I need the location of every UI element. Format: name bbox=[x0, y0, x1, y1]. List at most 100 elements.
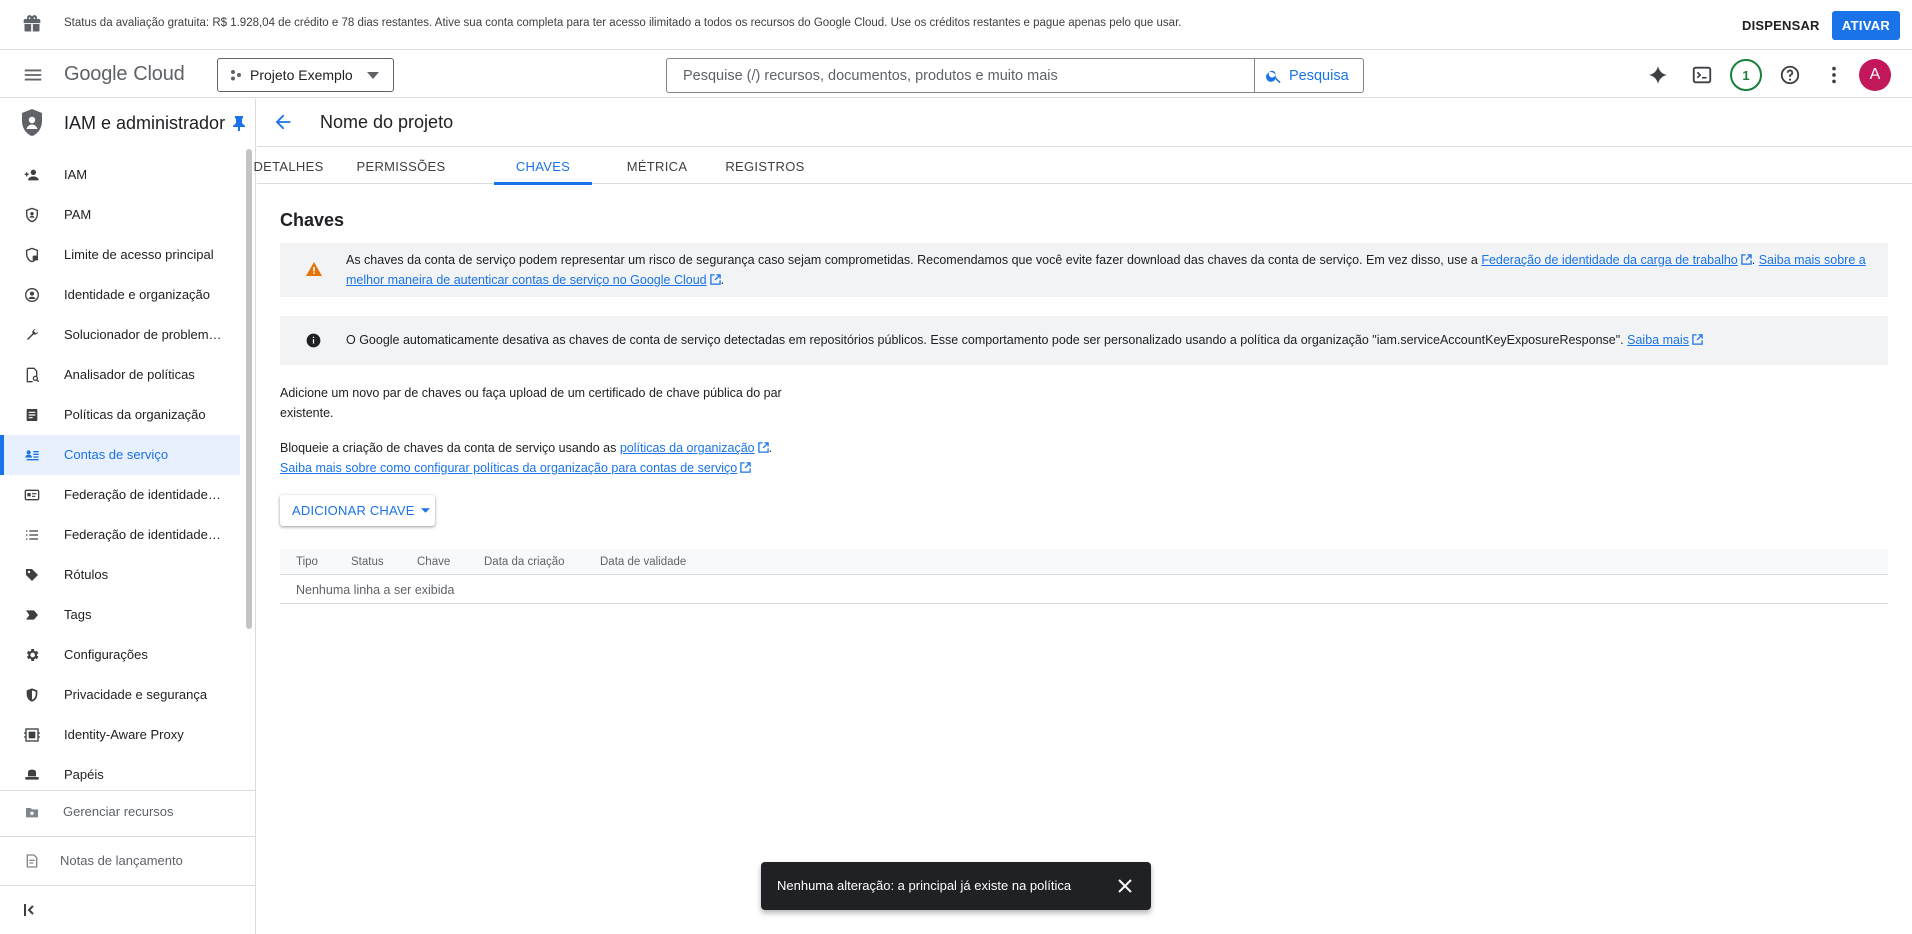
help-icon[interactable] bbox=[1778, 63, 1802, 87]
sidebar-item-label: PAM bbox=[64, 207, 92, 222]
logo-cloud-word: Cloud bbox=[133, 63, 185, 85]
sidebar-item-service-accounts[interactable]: Contas de serviço bbox=[0, 435, 240, 475]
release-notes-link[interactable]: Notas de lançamento bbox=[0, 841, 255, 881]
id-card-icon bbox=[24, 489, 40, 501]
sidebar-item-label: Identity-Aware Proxy bbox=[64, 727, 184, 742]
empty-table-message: Nenhuma linha a ser exibida bbox=[296, 583, 455, 597]
activate-button[interactable]: ATIVAR bbox=[1832, 11, 1900, 40]
release-notes-icon bbox=[26, 854, 38, 868]
add-key-button[interactable]: ADICIONAR CHAVE bbox=[280, 495, 435, 526]
sidebar-item-settings[interactable]: Configurações bbox=[0, 635, 240, 675]
avatar[interactable]: A bbox=[1859, 59, 1891, 91]
info-text: O Google automaticamente desativa as cha… bbox=[346, 330, 1874, 350]
add-key-label: ADICIONAR CHAVE bbox=[292, 503, 415, 518]
tab-bar: DETALHES PERMISSÕES CHAVES MÉTRICA REGIS… bbox=[253, 148, 1912, 185]
external-link-icon bbox=[740, 462, 751, 473]
sidebar-item-policy-troubleshooter[interactable]: Solucionador de problemas de políticas bbox=[0, 315, 240, 355]
keys-table: Tipo Status Chave Data da criação Data d… bbox=[280, 549, 1888, 604]
shield-lock-icon bbox=[26, 247, 38, 263]
tab-keys[interactable]: CHAVES bbox=[494, 148, 592, 185]
warning-end: . bbox=[720, 273, 725, 287]
sidebar-item-iam[interactable]: IAM bbox=[0, 155, 240, 195]
sidebar-item-tags[interactable]: Tags bbox=[0, 595, 240, 635]
external-link-icon bbox=[1692, 334, 1703, 345]
iam-shield-icon bbox=[20, 108, 44, 138]
collapse-sidebar-icon[interactable] bbox=[24, 903, 38, 917]
sidebar-scrollbar[interactable] bbox=[246, 149, 252, 629]
service-account-icon bbox=[25, 450, 39, 461]
snackbar-message: Nenhuma alteração: a principal já existe… bbox=[777, 878, 1072, 893]
sidebar-header: IAM e administrador bbox=[0, 99, 256, 147]
sidebar-item-pam[interactable]: PAM bbox=[0, 195, 240, 235]
sidebar-item-label: Analisador de políticas bbox=[64, 367, 195, 382]
manage-resources-label: Gerenciar recursos bbox=[63, 804, 174, 819]
sidebar-item-identity-organization[interactable]: Identidade e organização bbox=[0, 275, 240, 315]
sidebar-item-org-policies[interactable]: Políticas da organização bbox=[0, 395, 240, 435]
sidebar-item-identity-aware-proxy[interactable]: Identity-Aware Proxy bbox=[0, 715, 240, 755]
column-header-type[interactable]: Tipo bbox=[296, 556, 318, 568]
add-key-pair-text: Adicione um novo par de chaves ou faça u… bbox=[280, 386, 782, 420]
sidebar-item-workload-identity-federation[interactable]: Federação de identidade da carga de trab… bbox=[0, 475, 240, 515]
sidebar-item-label: Privacidade e segurança bbox=[64, 687, 208, 702]
search-input[interactable] bbox=[667, 59, 1254, 92]
info-learn-more-link[interactable]: Saiba mais bbox=[1627, 333, 1689, 347]
security-shield-icon bbox=[26, 688, 38, 702]
manage-resources-icon bbox=[26, 808, 38, 818]
close-icon[interactable] bbox=[1117, 878, 1133, 894]
column-header-expiry[interactable]: Data de validade bbox=[600, 556, 686, 568]
configure-org-policies-link[interactable]: Saiba mais sobre como configurar polític… bbox=[280, 461, 737, 475]
sidebar-item-roles[interactable]: Papéis bbox=[0, 755, 240, 795]
info-alert: O Google automaticamente desativa as cha… bbox=[280, 316, 1888, 365]
dismiss-button[interactable]: DISPENSAR bbox=[1730, 12, 1832, 38]
main-menu-icon[interactable] bbox=[22, 64, 44, 86]
table-row: Nenhuma linha a ser exibida bbox=[280, 575, 1888, 604]
person-add-icon bbox=[24, 169, 39, 181]
org-policies-link[interactable]: políticas da organização bbox=[620, 441, 755, 455]
warning-icon bbox=[306, 262, 322, 276]
workload-identity-link[interactable]: Federação de identidade da carga de trab… bbox=[1481, 253, 1737, 267]
sidebar-item-label: Tags bbox=[64, 607, 92, 622]
sidebar-item-label: Limite de acesso principal bbox=[64, 247, 214, 262]
sidebar-item-label: Configurações bbox=[64, 647, 148, 662]
tab-logs[interactable]: REGISTROS bbox=[717, 148, 813, 184]
tab-details[interactable]: DETALHES bbox=[253, 148, 323, 184]
google-cloud-logo[interactable]: Google Cloud bbox=[64, 63, 185, 86]
sidebar-item-privacy-security[interactable]: Privacidade e segurança bbox=[0, 675, 240, 715]
notifications-badge[interactable]: 1 bbox=[1730, 59, 1762, 91]
info-body: O Google automaticamente desativa as cha… bbox=[346, 333, 1628, 347]
column-header-status[interactable]: Status bbox=[351, 556, 384, 568]
logo-google-word: Google bbox=[64, 63, 128, 85]
more-vert-icon[interactable] bbox=[1822, 63, 1846, 87]
tab-permissions[interactable]: PERMISSÕES bbox=[352, 148, 450, 184]
back-arrow-icon[interactable] bbox=[272, 111, 294, 133]
hat-icon bbox=[25, 769, 39, 780]
tag-arrow-icon bbox=[26, 610, 38, 620]
sidebar-item-label: Rótulos bbox=[64, 567, 109, 582]
gemini-sparkle-icon[interactable] bbox=[1646, 63, 1670, 87]
search-button[interactable]: Pesquisa bbox=[1254, 58, 1364, 93]
project-picker[interactable]: Projeto Exemplo bbox=[217, 58, 394, 92]
block-keys-end: . bbox=[768, 441, 773, 455]
manage-resources-link[interactable]: Gerenciar recursos bbox=[0, 792, 255, 832]
sidebar-item-workforce-identity-federation[interactable]: Federação de identidade da força de trab… bbox=[0, 515, 240, 555]
column-header-created[interactable]: Data da criação bbox=[484, 556, 565, 568]
sidebar-item-principal-access-boundary[interactable]: Limite de acesso principal bbox=[0, 235, 240, 275]
caret-down-icon bbox=[367, 72, 379, 80]
pin-icon[interactable] bbox=[232, 115, 246, 131]
cloud-shell-icon[interactable] bbox=[1690, 63, 1714, 87]
warning-separator: . bbox=[1751, 253, 1759, 267]
section-title: Chaves bbox=[280, 210, 345, 230]
sidebar-item-label: Papéis bbox=[64, 767, 104, 782]
column-header-key[interactable]: Chave bbox=[417, 556, 450, 568]
shield-check-icon bbox=[26, 207, 38, 223]
proxy-icon bbox=[24, 728, 40, 742]
sidebar-item-policy-analyzer[interactable]: Analisador de políticas bbox=[0, 355, 240, 395]
table-header: Tipo Status Chave Data da criação Data d… bbox=[280, 549, 1888, 575]
sidebar-item-labels[interactable]: Rótulos bbox=[0, 555, 240, 595]
gift-icon bbox=[22, 14, 42, 34]
label-icon bbox=[26, 569, 38, 581]
warning-text: As chaves da conta de serviço podem repr… bbox=[346, 250, 1874, 290]
search-icon bbox=[1266, 70, 1281, 83]
tab-metrics[interactable]: MÉTRICA bbox=[614, 148, 700, 184]
sidebar-item-label: Federação de identidade da carga de trab… bbox=[64, 487, 224, 502]
